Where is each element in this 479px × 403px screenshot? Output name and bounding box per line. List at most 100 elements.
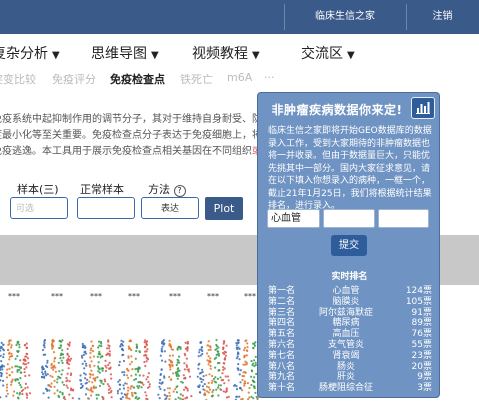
- data-point: [226, 390, 228, 392]
- data-point: [178, 375, 180, 377]
- data-point: [67, 373, 69, 375]
- disease-input-3[interactable]: [378, 209, 429, 228]
- data-point: [108, 347, 110, 349]
- data-point: [201, 369, 203, 371]
- bar-chart-icon[interactable]: [411, 97, 435, 119]
- data-point: [110, 373, 112, 375]
- data-point: [26, 394, 28, 396]
- nav-item-forum[interactable]: 交流区▼: [301, 43, 355, 63]
- data-point: [123, 360, 125, 362]
- disease-input-2[interactable]: [323, 209, 375, 228]
- data-point: [9, 356, 11, 358]
- data-point: [15, 344, 17, 346]
- data-point: [123, 384, 125, 386]
- data-point: [141, 382, 143, 384]
- top-bar: 临床生信之家 注销: [0, 0, 479, 34]
- data-point: [223, 390, 225, 392]
- data-point: [215, 344, 217, 346]
- description-text: 免疫逃逸。本工具用于展示免疫检查点相关基因在不同组织: [0, 146, 252, 157]
- method-select[interactable]: 表达: [141, 197, 199, 219]
- data-point: [214, 376, 216, 378]
- data-point: [164, 350, 166, 352]
- data-point: [225, 351, 227, 353]
- data-point: [94, 380, 96, 382]
- data-point: [189, 376, 191, 378]
- description-line: 免疫系统中起抑制作用的调节分子，其对于维持自身耐受、防: [0, 112, 262, 128]
- description-text: 度最小化等至关重要。免疫检查点分子表达于免疫细胞上，将: [0, 130, 262, 141]
- data-point: [216, 354, 218, 356]
- help-icon[interactable]: ?: [174, 185, 186, 197]
- data-point: [133, 379, 135, 381]
- data-point: [1, 366, 3, 368]
- ranking-votes: 9票: [417, 372, 432, 383]
- data-point: [159, 388, 161, 390]
- method-label: 方法 ?: [148, 181, 186, 197]
- ranking-disease: 脑膜炎: [308, 297, 384, 308]
- data-point: [199, 372, 201, 374]
- data-point: [11, 344, 13, 346]
- nav-item-video-tutorial[interactable]: 视频教程▼: [192, 43, 260, 63]
- data-point: [206, 352, 208, 354]
- subtab-m6a[interactable]: m6A: [227, 71, 252, 84]
- data-point: [94, 377, 96, 379]
- sample-select[interactable]: 可选: [10, 197, 68, 219]
- data-point: [21, 390, 23, 392]
- data-point: [11, 371, 13, 373]
- data-point: [90, 347, 92, 349]
- plot-button[interactable]: Plot: [205, 197, 243, 220]
- subtab-ferroptosis[interactable]: 铁死亡: [180, 71, 213, 87]
- data-point: [237, 356, 239, 358]
- data-point: [66, 359, 68, 361]
- data-point: [65, 377, 67, 379]
- site-home-link[interactable]: 临床生信之家: [284, 0, 406, 34]
- data-point: [203, 375, 205, 377]
- data-point: [237, 363, 239, 365]
- data-point: [97, 346, 99, 348]
- data-point: [131, 392, 133, 394]
- subtab-mutation-compare[interactable]: 突变比较: [0, 71, 36, 87]
- submit-button[interactable]: 提交: [331, 235, 367, 256]
- data-point: [147, 387, 149, 389]
- data-point: [131, 368, 133, 370]
- data-point: [84, 347, 86, 349]
- data-point: [211, 382, 213, 384]
- subtab-immune-score[interactable]: 免疫评分: [52, 71, 96, 87]
- data-point: [8, 353, 10, 355]
- data-point: [82, 363, 84, 365]
- disease-input-1[interactable]: 心血管: [267, 209, 320, 228]
- logout-link[interactable]: 注销: [406, 0, 479, 34]
- data-point: [43, 392, 45, 394]
- data-point: [52, 369, 54, 371]
- data-point: [85, 363, 87, 365]
- ranking-row: 第三名阿尔兹海默症91票: [268, 308, 432, 319]
- ranking-votes: 89票: [412, 318, 432, 329]
- data-point: [238, 396, 240, 398]
- normal-sample-select[interactable]: [77, 197, 135, 219]
- data-point: [225, 355, 227, 357]
- data-point: [14, 365, 16, 367]
- data-point: [214, 367, 216, 369]
- data-point: [141, 386, 143, 388]
- data-point: [7, 393, 9, 395]
- significance-marker: ***: [90, 292, 102, 301]
- ranking-rank: 第二名: [268, 297, 295, 308]
- data-point: [169, 387, 171, 389]
- data-point: [198, 351, 200, 353]
- data-point: [243, 349, 245, 351]
- subtab-immune-checkpoint[interactable]: 免疫检查点: [110, 71, 165, 87]
- data-point: [180, 393, 182, 395]
- ranking-disease: 心血管: [308, 286, 384, 297]
- data-point: [208, 373, 210, 375]
- data-point: [173, 391, 175, 393]
- nav-item-mind-map[interactable]: 思维导图▼: [91, 43, 159, 63]
- data-point: [199, 391, 201, 393]
- data-point: [201, 346, 203, 348]
- data-point: [252, 363, 254, 365]
- subtab-more[interactable]: ···: [264, 71, 275, 84]
- data-point: [60, 354, 62, 356]
- data-point: [209, 389, 211, 391]
- significance-marker: ***: [8, 292, 20, 301]
- ranking-row: 第十名肠梗阻综合征3票: [268, 383, 432, 394]
- data-point: [96, 397, 98, 399]
- nav-item-complex-analysis[interactable]: 复杂分析▼: [0, 43, 60, 63]
